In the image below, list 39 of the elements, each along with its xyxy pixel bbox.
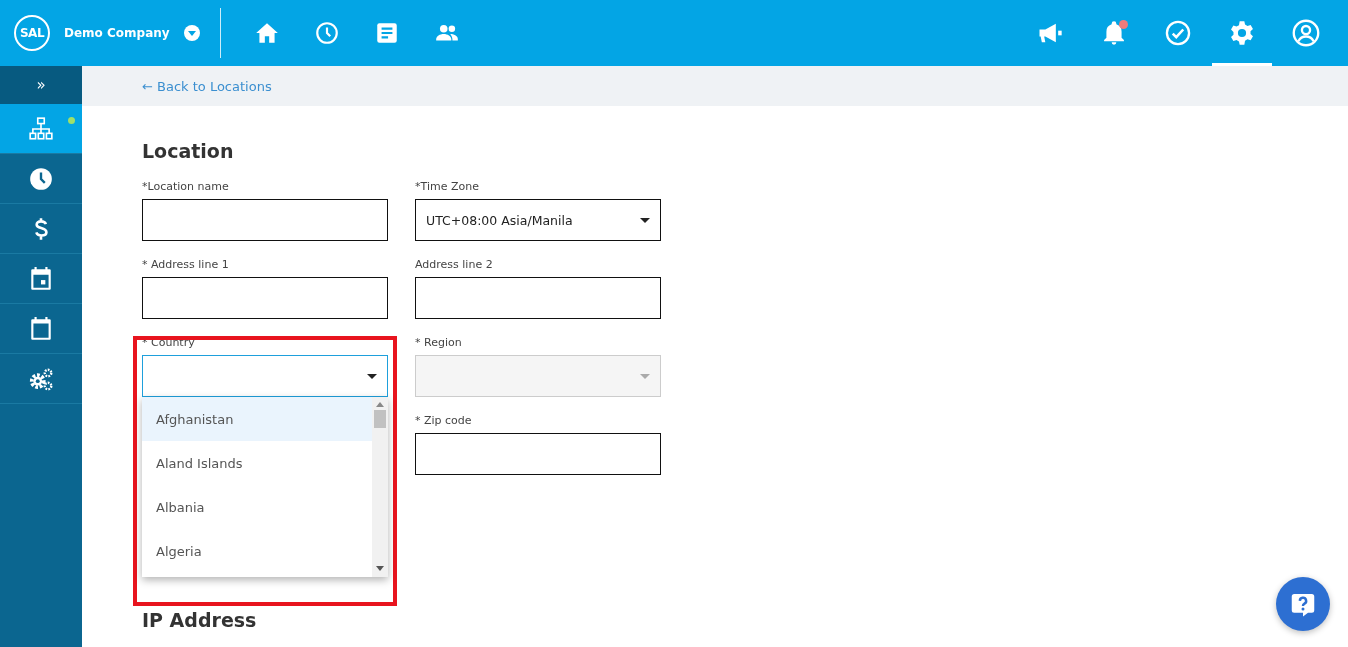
settings-icon: [1228, 19, 1256, 47]
user-icon: [1292, 19, 1320, 47]
sidebar-item[interactable]: [0, 104, 82, 154]
calendar-icon: [28, 265, 54, 292]
scroll-down-icon[interactable]: [376, 566, 384, 572]
field-label: * Address line 1: [142, 258, 230, 271]
section-heading: Location: [142, 140, 235, 162]
help-button[interactable]: [1276, 577, 1330, 631]
field-label: Address line 2: [415, 258, 494, 271]
caret-icon: [187, 30, 196, 36]
scroll-up-icon[interactable]: [376, 402, 384, 408]
company-dropdown-button[interactable]: [183, 25, 200, 41]
caret-icon: [640, 217, 650, 223]
select-field[interactable]: UTC+08:00 Asia/Manila: [415, 199, 661, 241]
text-field[interactable]: [142, 199, 388, 241]
company-logo: SAL: [14, 15, 50, 51]
text-field[interactable]: [415, 433, 661, 475]
field-label: * Region: [415, 336, 463, 349]
status-dot: [68, 117, 75, 124]
dropdown-option[interactable]: Afghanistan: [142, 397, 372, 441]
notification-dot: [1119, 20, 1128, 29]
company-name: Demo Company: [64, 26, 170, 40]
field-label: *Location name: [142, 180, 230, 193]
sidebar-toggle-button[interactable]: »: [0, 66, 82, 104]
clock-icon: [313, 20, 340, 46]
text-field[interactable]: [142, 277, 388, 319]
calendar-icon: [28, 315, 54, 342]
scrollbar[interactable]: [372, 397, 388, 577]
field-label: * Zip code: [415, 414, 473, 427]
clock-icon: [28, 165, 54, 192]
section-heading: IP Address: [142, 609, 258, 631]
scroll-thumb[interactable]: [374, 410, 386, 428]
field-label: *Time Zone: [415, 180, 480, 193]
text-field[interactable]: [415, 277, 661, 319]
caret-icon: [367, 373, 377, 379]
select-field[interactable]: [142, 355, 388, 397]
caret-icon: [640, 373, 650, 379]
check-circle-icon: [1164, 19, 1192, 47]
hierarchy-icon: [28, 115, 54, 142]
